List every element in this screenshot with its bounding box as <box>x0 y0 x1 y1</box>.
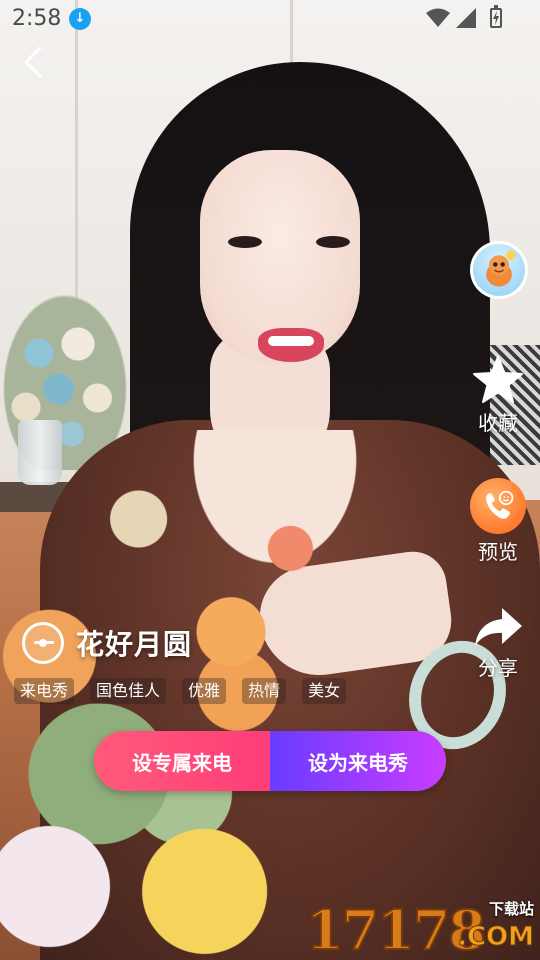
share-label: 分享 <box>478 656 518 680</box>
favorite-label: 收藏 <box>478 411 518 435</box>
tag-item[interactable]: 热情 <box>242 678 287 704</box>
system-icons <box>426 5 502 28</box>
signal-icon <box>456 8 476 28</box>
action-button-group: 设专属来电 设为来电秀 <box>94 731 446 791</box>
video-title-row: 花好月圆 <box>22 621 192 665</box>
preview-button[interactable]: 预览 <box>466 478 530 565</box>
eye <box>316 236 350 248</box>
status-bar: 2:58 ↓ <box>0 0 540 38</box>
tag-item[interactable]: 来电秀 <box>14 678 75 704</box>
eye <box>228 236 262 248</box>
music-disc-icon <box>22 622 64 664</box>
watermark-domain: .COM <box>457 922 535 953</box>
teeth <box>268 336 314 346</box>
background-video-frame[interactable] <box>0 0 540 960</box>
set-exclusive-caller-button[interactable]: 设专属来电 <box>94 731 270 791</box>
wifi-icon <box>426 8 450 27</box>
cartoon-dragon-icon <box>486 250 516 287</box>
tag-list: 来电秀 国色佳人 优雅 热情 美女 <box>14 678 347 704</box>
site-watermark: 17178 下载站 .COM <box>305 898 536 959</box>
back-arrow-icon[interactable] <box>16 42 56 82</box>
tag-item[interactable]: 优雅 <box>182 678 227 704</box>
avatar-image <box>473 244 525 296</box>
share-arrow-icon <box>475 608 522 646</box>
preview-label: 预览 <box>478 540 518 564</box>
author-avatar[interactable] <box>470 241 528 299</box>
preview-phone-icon <box>470 478 526 534</box>
tag-item[interactable]: 国色佳人 <box>90 678 167 704</box>
set-as-caller-show-button[interactable]: 设为来电秀 <box>270 731 446 791</box>
share-button[interactable]: 分享 <box>466 606 530 681</box>
tag-item[interactable]: 美女 <box>302 678 347 704</box>
star-icon <box>473 356 523 403</box>
foreground-flowers <box>0 470 330 960</box>
watermark-sub: 下载站 <box>488 900 534 918</box>
battery-icon <box>490 5 502 28</box>
status-time: 2:58 <box>12 6 62 31</box>
download-icon: ↓ <box>69 8 91 30</box>
favorite-button[interactable]: 收藏 <box>466 355 530 436</box>
video-title: 花好月圆 <box>76 628 193 661</box>
